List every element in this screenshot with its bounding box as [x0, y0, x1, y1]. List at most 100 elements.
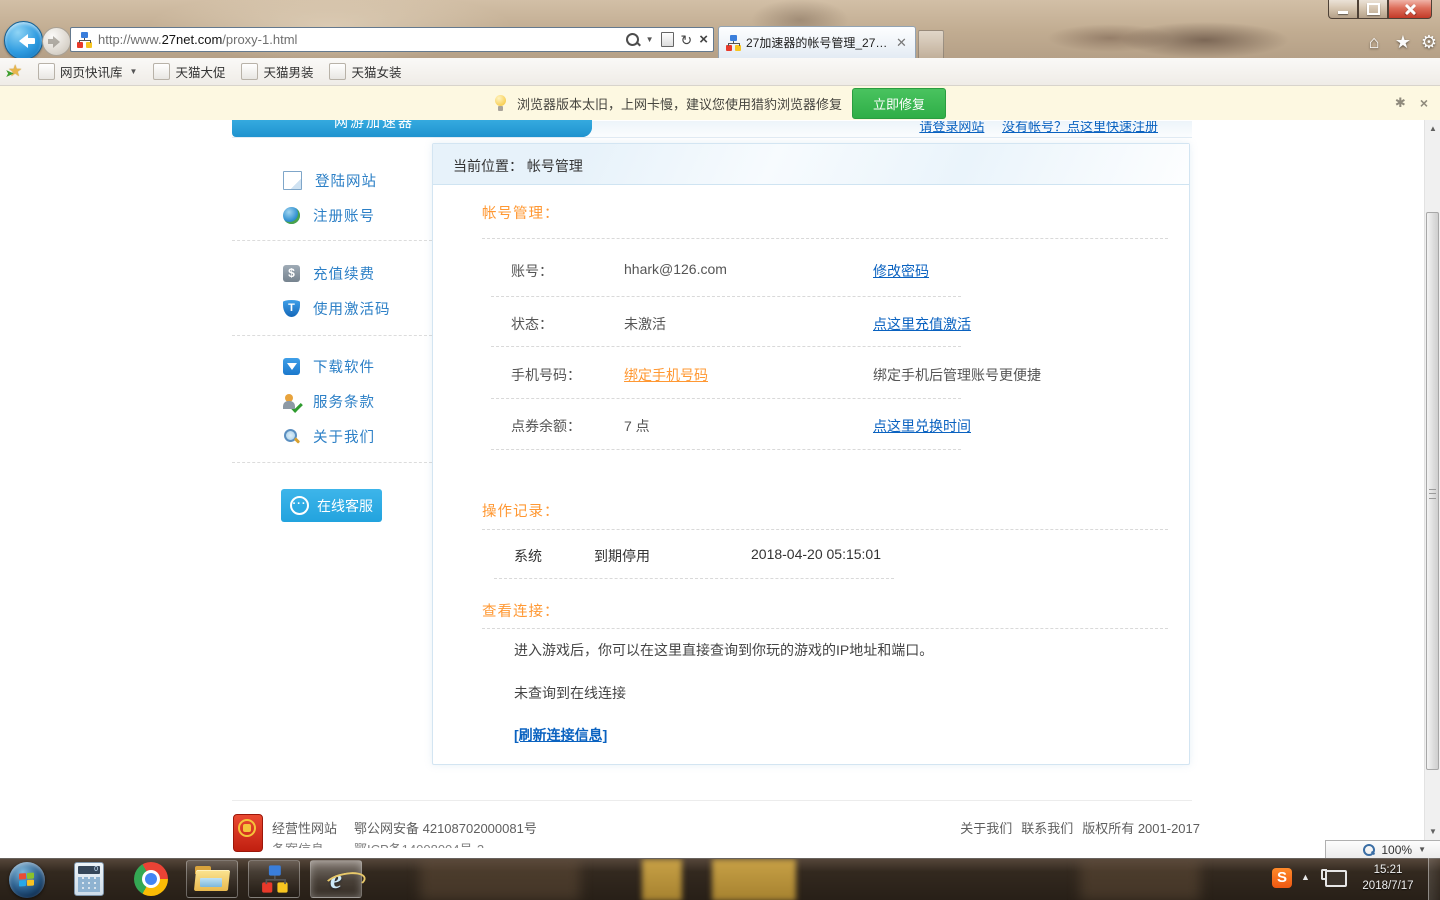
download-icon — [283, 358, 300, 375]
bind-phone-link[interactable]: 绑定手机号码 — [624, 365, 708, 385]
site-logo-text: 网游加速器 — [334, 120, 414, 132]
sidebar-divider — [232, 335, 432, 336]
browser-tab[interactable]: 27加速器的帐号管理_27加... ✕ — [718, 26, 916, 58]
notification-settings-icon[interactable]: ✱ — [1395, 95, 1406, 111]
taskbar-calculator-icon[interactable]: 0 — [74, 862, 104, 896]
address-bar[interactable]: http://www.27net.com/proxy-1.html ▼ ↻ × — [70, 27, 714, 52]
browser-titlebar: http://www.27net.com/proxy-1.html ▼ ↻ × … — [0, 0, 1440, 58]
licence-badge-icon[interactable] — [233, 814, 263, 852]
vertical-scrollbar[interactable]: ▲ ▼ — [1424, 120, 1440, 840]
refresh-icon[interactable]: ↻ — [681, 33, 693, 47]
divider — [482, 529, 1168, 530]
sidebar-item-terms[interactable]: 服务条款 — [283, 391, 375, 412]
maximize-button[interactable] — [1358, 0, 1388, 19]
globe-icon — [283, 207, 300, 224]
page-icon — [283, 171, 302, 190]
record-time: 2018-04-20 05:15:01 — [751, 546, 881, 562]
search-dropdown-icon[interactable]: ▼ — [646, 35, 654, 44]
zoom-level: 100% — [1381, 843, 1412, 857]
sidebar-item-download[interactable]: 下载软件 — [283, 356, 375, 377]
tab-close-icon[interactable]: ✕ — [896, 35, 907, 51]
status-label: 状态： — [511, 314, 553, 334]
recharge-activate-link[interactable]: 点这里充值激活 — [873, 314, 971, 334]
footer-contact-link[interactable]: 联系我们 — [1021, 818, 1073, 837]
taskbar-chrome-icon[interactable] — [134, 862, 168, 896]
wallpaper-stripe — [712, 859, 796, 900]
start-button[interactable] — [9, 862, 45, 898]
show-desktop-button[interactable] — [1428, 858, 1440, 900]
divider — [482, 238, 1168, 239]
change-password-link[interactable]: 修改密码 — [873, 261, 929, 281]
notification-controls: ✱ × — [1395, 95, 1428, 111]
taskbar-ie-button[interactable]: e — [310, 860, 362, 898]
taskbar-netapp-button[interactable] — [248, 860, 300, 898]
window-controls — [1328, 0, 1432, 19]
account-value: hhark@126.com — [624, 261, 727, 277]
divider — [491, 398, 961, 399]
site-logo-banner: 网游加速器 — [232, 120, 592, 137]
favorite-item-feeds[interactable]: 网页快讯库 ▼ — [38, 62, 137, 81]
home-icon[interactable]: ⌂ — [1362, 31, 1386, 53]
favorite-item-tmall-men[interactable]: 天猫男装 — [241, 62, 313, 81]
register-link[interactable]: 没有帐号？点这里快速注册 — [1002, 121, 1158, 134]
wallpaper-patch — [420, 859, 580, 900]
favorite-item-tmall-promo[interactable]: 天猫大促 — [153, 62, 225, 81]
tray-date: 2018/7/17 — [1352, 878, 1424, 894]
settings-gear-icon[interactable]: ⚙ — [1417, 31, 1440, 53]
tray-sogou-icon[interactable]: S — [1272, 868, 1292, 888]
icp-record-text: 鄂ICP备14008004号-2 — [354, 839, 484, 848]
taskbar-explorer-button[interactable] — [186, 860, 238, 898]
shield-icon: T — [283, 300, 300, 317]
sidebar-item-recharge[interactable]: $ 充值续费 — [283, 263, 375, 284]
stop-icon[interactable]: × — [699, 32, 708, 47]
record-action: 到期停用 — [594, 546, 650, 566]
fix-now-button[interactable]: 立即修复 — [852, 88, 946, 119]
ie-icon — [329, 63, 346, 80]
notification-close-icon[interactable]: × — [1420, 95, 1428, 111]
online-service-button[interactable]: ··· 在线客服 — [281, 489, 382, 522]
add-favorite-button[interactable]: ★➤ — [8, 63, 28, 81]
favorites-star-icon[interactable]: ★ — [1391, 31, 1415, 53]
header-links: 请登录网站 没有帐号？点这里快速注册 — [905, 121, 1158, 135]
magnifier-icon — [283, 428, 300, 445]
page-footer: 经营性网站 备案信息 鄂公网安备 42108702000081号 鄂ICP备14… — [232, 800, 1192, 858]
scroll-down-arrow-icon[interactable]: ▼ — [1425, 823, 1440, 840]
forward-arrow-icon — [48, 36, 66, 48]
favorite-item-tmall-women[interactable]: 天猫女装 — [329, 62, 401, 81]
minimize-button[interactable] — [1328, 0, 1358, 19]
scroll-up-arrow-icon[interactable]: ▲ — [1425, 120, 1440, 137]
login-link[interactable]: 请登录网站 — [919, 121, 984, 134]
browser-zoom-control[interactable]: 100% ▼ — [1325, 840, 1440, 858]
scrollbar-thumb[interactable] — [1426, 212, 1439, 770]
zoom-dropdown-icon[interactable]: ▼ — [1418, 845, 1426, 854]
sidebar-item-about[interactable]: 关于我们 — [283, 426, 375, 447]
wallpaper-stripe — [642, 859, 682, 900]
tray-network-icon[interactable] — [1325, 870, 1347, 887]
search-icon[interactable] — [626, 33, 639, 46]
exchange-time-link[interactable]: 点这里兑换时间 — [873, 416, 971, 436]
account-label: 账号： — [511, 261, 553, 281]
tray-show-hidden-icon[interactable]: ▲ — [1301, 872, 1310, 882]
close-button[interactable] — [1388, 0, 1432, 19]
refresh-connection-link[interactable]: [刷新连接信息] — [514, 725, 607, 745]
thumb-grip-icon — [1429, 489, 1436, 499]
divider — [491, 449, 961, 450]
copyright-text: 版权所有 2001-2017 — [1082, 818, 1200, 837]
forward-button[interactable] — [42, 27, 71, 56]
new-tab-button[interactable] — [918, 30, 944, 59]
divider — [494, 578, 894, 579]
wallpaper-patch — [1080, 859, 1200, 900]
chevron-down-icon: ▼ — [130, 67, 138, 76]
sidebar-item-login[interactable]: 登陆网站 — [283, 170, 377, 191]
footer-about-link[interactable]: 关于我们 — [960, 818, 1012, 837]
windows-flag-icon — [19, 872, 35, 887]
org-chart-icon — [260, 865, 287, 892]
section-heading-account: 帐号管理： — [482, 202, 560, 223]
sidebar-item-register[interactable]: 注册账号 — [283, 205, 375, 226]
back-button[interactable] — [4, 21, 43, 60]
sidebar-item-activation-code[interactable]: T 使用激活码 — [283, 298, 391, 319]
browser-notification-bar: 浏览器版本太旧，上网卡慢，建议您使用猎豹浏览器修复 立即修复 ✱ × — [0, 86, 1440, 121]
compatibility-view-icon[interactable] — [661, 32, 674, 47]
tray-clock[interactable]: 15:21 2018/7/17 — [1352, 862, 1424, 896]
url-text[interactable]: http://www.27net.com/proxy-1.html — [98, 32, 297, 47]
